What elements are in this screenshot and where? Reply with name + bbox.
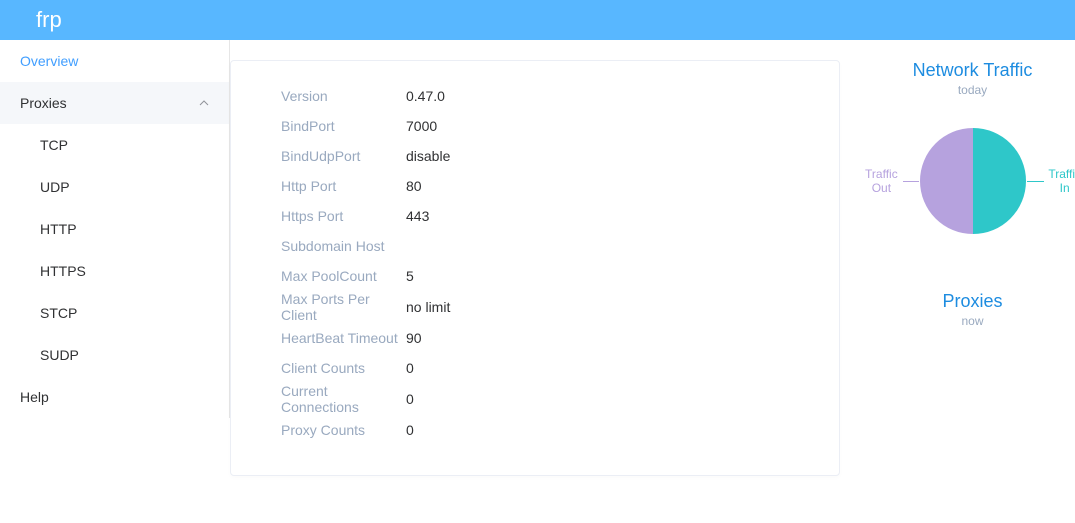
header-bar: frp xyxy=(0,0,1075,40)
proxies-title: Proxies xyxy=(870,291,1075,312)
row-bindudpport: BindUdpPort disable xyxy=(281,141,789,171)
row-value: no limit xyxy=(406,299,450,315)
sidebar-item-label: HTTP xyxy=(40,221,77,237)
sidebar-item-label: Help xyxy=(20,389,49,405)
network-traffic-title: Network Traffic xyxy=(870,60,1075,81)
row-value: 5 xyxy=(406,268,414,284)
row-version: Version 0.47.0 xyxy=(281,81,789,111)
traffic-out-label: Traffic Out xyxy=(862,167,919,195)
row-value: disable xyxy=(406,148,450,164)
row-value: 0 xyxy=(406,360,414,376)
row-value: 90 xyxy=(406,330,422,346)
row-label: Client Counts xyxy=(281,360,406,376)
row-value: 0 xyxy=(406,422,414,438)
row-label: Http Port xyxy=(281,178,406,194)
row-value: 0 xyxy=(406,391,414,407)
leader-line-icon xyxy=(903,181,919,182)
row-label: Current Connections xyxy=(281,383,406,415)
row-value: 7000 xyxy=(406,118,437,134)
sidebar: Overview Proxies TCP UDP HTTP HTTPS STCP… xyxy=(0,40,230,418)
row-label: HeartBeat Timeout xyxy=(281,330,406,346)
sidebar-item-label: HTTPS xyxy=(40,263,86,279)
sidebar-submenu-proxies[interactable]: Proxies xyxy=(0,82,229,124)
sidebar-item-https[interactable]: HTTPS xyxy=(0,250,229,292)
row-clientcounts: Client Counts 0 xyxy=(281,353,789,383)
row-label: Version xyxy=(281,88,406,104)
row-label: Https Port xyxy=(281,208,406,224)
sidebar-item-http[interactable]: HTTP xyxy=(0,208,229,250)
row-label: BindUdpPort xyxy=(281,148,406,164)
sidebar-item-label: TCP xyxy=(40,137,68,153)
main-content: Version 0.47.0 BindPort 7000 BindUdpPort… xyxy=(230,40,840,496)
row-maxpoolcount: Max PoolCount 5 xyxy=(281,261,789,291)
sidebar-item-sudp[interactable]: SUDP xyxy=(0,334,229,376)
app-logo: frp xyxy=(36,0,62,40)
sidebar-item-tcp[interactable]: TCP xyxy=(0,124,229,166)
row-maxportsperclient: Max Ports Per Client no limit xyxy=(281,291,789,323)
sidebar-item-stcp[interactable]: STCP xyxy=(0,292,229,334)
sidebar-item-label: SUDP xyxy=(40,347,79,363)
row-label: Max Ports Per Client xyxy=(281,291,406,323)
row-value: 80 xyxy=(406,178,422,194)
row-httpsport: Https Port 443 xyxy=(281,201,789,231)
leader-line-icon xyxy=(1027,181,1045,182)
sidebar-item-overview[interactable]: Overview xyxy=(0,40,229,82)
row-value: 0.47.0 xyxy=(406,88,445,104)
pie-graphic xyxy=(920,128,1026,234)
row-label: Proxy Counts xyxy=(281,422,406,438)
sidebar-item-label: Overview xyxy=(20,53,78,69)
row-subdomainhost: Subdomain Host xyxy=(281,231,789,261)
sidebar-item-label: STCP xyxy=(40,305,77,321)
row-value: 443 xyxy=(406,208,429,224)
proxies-section: Proxies now xyxy=(870,291,1075,328)
proxies-subtitle: now xyxy=(870,314,1075,328)
chevron-up-icon xyxy=(199,98,209,108)
sidebar-item-label: UDP xyxy=(40,179,70,195)
row-currentconnections: Current Connections 0 xyxy=(281,383,789,415)
traffic-in-label: Traffic In xyxy=(1027,167,1075,195)
traffic-pie-chart[interactable]: Traffic Out Traffic In xyxy=(870,111,1075,251)
sidebar-item-udp[interactable]: UDP xyxy=(0,166,229,208)
row-proxycounts: Proxy Counts 0 xyxy=(281,415,789,445)
sidebar-item-label: Proxies xyxy=(20,95,67,111)
row-label: BindPort xyxy=(281,118,406,134)
sidebar-item-help[interactable]: Help xyxy=(0,376,229,418)
row-heartbeattimeout: HeartBeat Timeout 90 xyxy=(281,323,789,353)
row-httpport: Http Port 80 xyxy=(281,171,789,201)
row-label: Max PoolCount xyxy=(281,268,406,284)
overview-card: Version 0.47.0 BindPort 7000 BindUdpPort… xyxy=(230,60,840,476)
row-label: Subdomain Host xyxy=(281,238,406,254)
right-panel: Network Traffic today Traffic Out Traffi… xyxy=(840,40,1075,342)
network-traffic-subtitle: today xyxy=(870,83,1075,97)
row-bindport: BindPort 7000 xyxy=(281,111,789,141)
